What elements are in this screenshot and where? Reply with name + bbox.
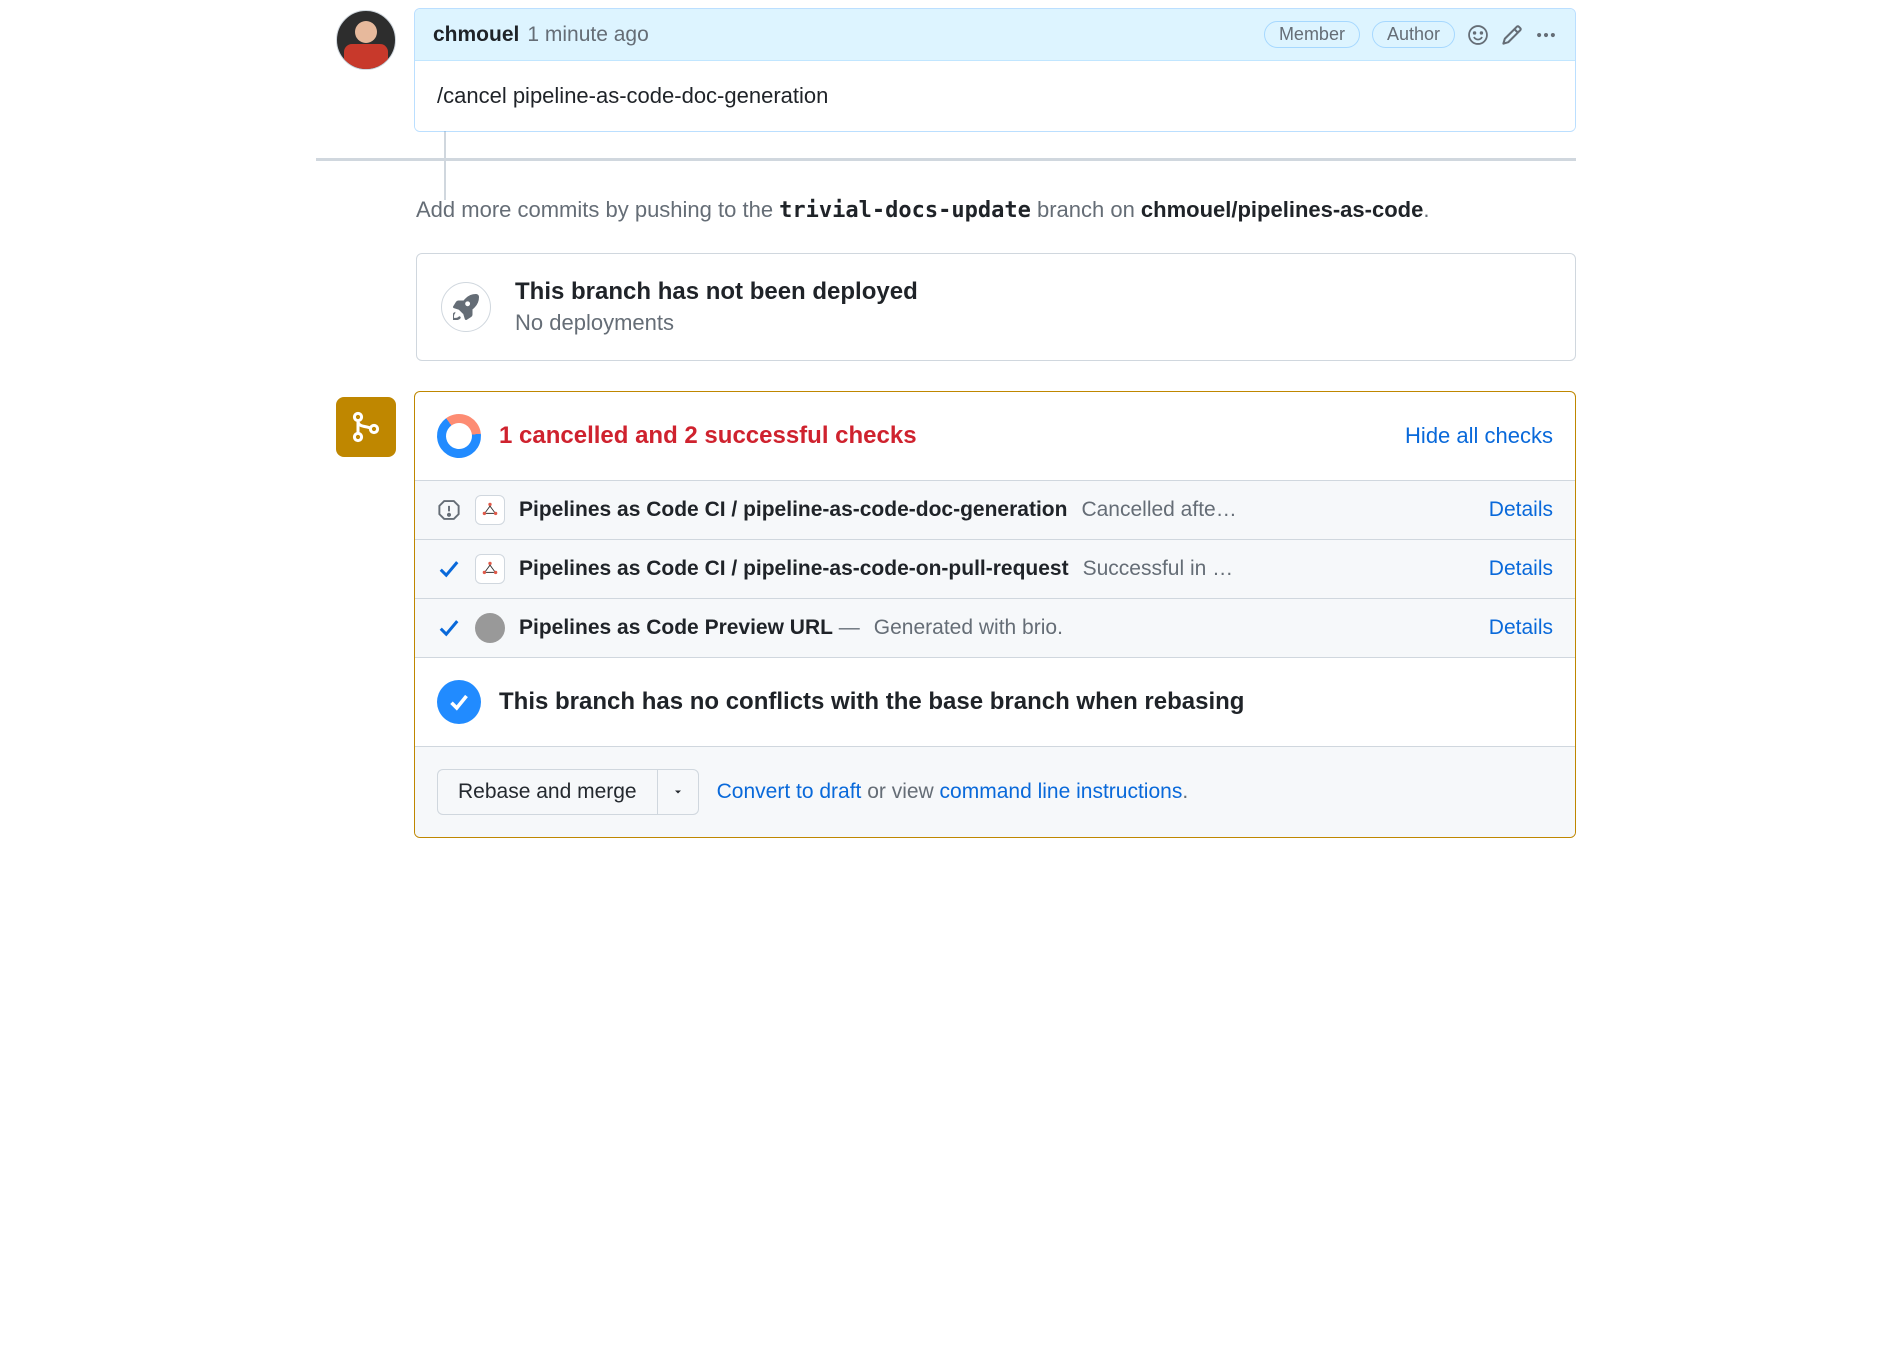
comment-time[interactable]: 1 minute ago — [527, 23, 648, 47]
merge-button-group: Rebase and merge — [437, 769, 699, 815]
merge-row: Rebase and merge Convert to draft or vie… — [415, 747, 1575, 837]
check-name[interactable]: Pipelines as Code CI / pipeline-as-code-… — [519, 557, 1069, 581]
push-hint-repo: chmouel/pipelines-as-code — [1141, 197, 1423, 222]
brio-app-icon — [475, 613, 505, 643]
checks-box: 1 cancelled and 2 successful checks Hide… — [414, 391, 1576, 838]
hide-checks-link[interactable]: Hide all checks — [1405, 423, 1553, 449]
comment-body: /cancel pipeline-as-code-doc-generation — [415, 61, 1575, 131]
convert-draft-link[interactable]: Convert to draft — [717, 780, 862, 803]
check-result: Successful in … — [1083, 557, 1475, 581]
merge-dropdown-button[interactable] — [657, 769, 699, 815]
success-icon — [437, 617, 461, 639]
checks-title: 1 cancelled and 2 successful checks — [499, 422, 917, 450]
check-result: Generated with brio. — [874, 616, 1475, 640]
conflicts-row: This branch has no conflicts with the ba… — [415, 658, 1575, 747]
cancelled-icon — [437, 499, 461, 521]
merge-status-icon — [336, 397, 396, 457]
comment-author[interactable]: chmouel — [433, 23, 519, 47]
chevron-down-icon — [672, 786, 684, 798]
deployment-box: This branch has not been deployed No dep… — [416, 253, 1576, 361]
pac-app-icon — [475, 495, 505, 525]
author-badge: Author — [1372, 21, 1455, 48]
check-name[interactable]: Pipelines as Code CI / pipeline-as-code-… — [519, 498, 1067, 522]
push-hint-branch: trivial-docs-update — [779, 198, 1031, 223]
kebab-icon[interactable] — [1535, 24, 1557, 46]
comment-header: chmouel 1 minute ago Member Author — [415, 9, 1575, 61]
rebase-merge-button[interactable]: Rebase and merge — [437, 769, 657, 815]
check-item: Pipelines as Code Preview URL — Generate… — [415, 599, 1575, 658]
push-hint-mid: branch on — [1031, 197, 1141, 222]
push-hint-suffix: . — [1423, 197, 1429, 222]
edit-icon[interactable] — [1501, 24, 1523, 46]
checks-header: 1 cancelled and 2 successful checks Hide… — [415, 392, 1575, 481]
check-details-link[interactable]: Details — [1489, 498, 1553, 522]
checks-donut-icon — [428, 405, 489, 466]
emoji-icon[interactable] — [1467, 24, 1489, 46]
check-details-link[interactable]: Details — [1489, 616, 1553, 640]
check-details-link[interactable]: Details — [1489, 557, 1553, 581]
deploy-subtitle: No deployments — [515, 310, 918, 336]
deploy-title: This branch has not been deployed — [515, 278, 918, 306]
cmdline-link[interactable]: command line instructions — [940, 780, 1183, 803]
check-item: Pipelines as Code CI / pipeline-as-code-… — [415, 540, 1575, 599]
merge-extra-text: Convert to draft or view command line in… — [717, 780, 1189, 804]
push-hint-prefix: Add more commits by pushing to the — [416, 197, 779, 222]
rocket-icon — [441, 282, 491, 332]
check-circle-icon — [437, 680, 481, 724]
member-badge: Member — [1264, 21, 1360, 48]
conflicts-text: This branch has no conflicts with the ba… — [499, 688, 1244, 716]
pac-app-icon — [475, 554, 505, 584]
check-item: Pipelines as Code CI / pipeline-as-code-… — [415, 481, 1575, 540]
check-result: Cancelled afte… — [1081, 498, 1474, 522]
comment-box: chmouel 1 minute ago Member Author — [414, 8, 1576, 132]
push-hint: Add more commits by pushing to the trivi… — [416, 197, 1576, 223]
success-icon — [437, 558, 461, 580]
check-name[interactable]: Pipelines as Code Preview URL — — [519, 616, 860, 640]
avatar[interactable] — [336, 10, 396, 70]
timeline-divider — [316, 158, 1576, 161]
